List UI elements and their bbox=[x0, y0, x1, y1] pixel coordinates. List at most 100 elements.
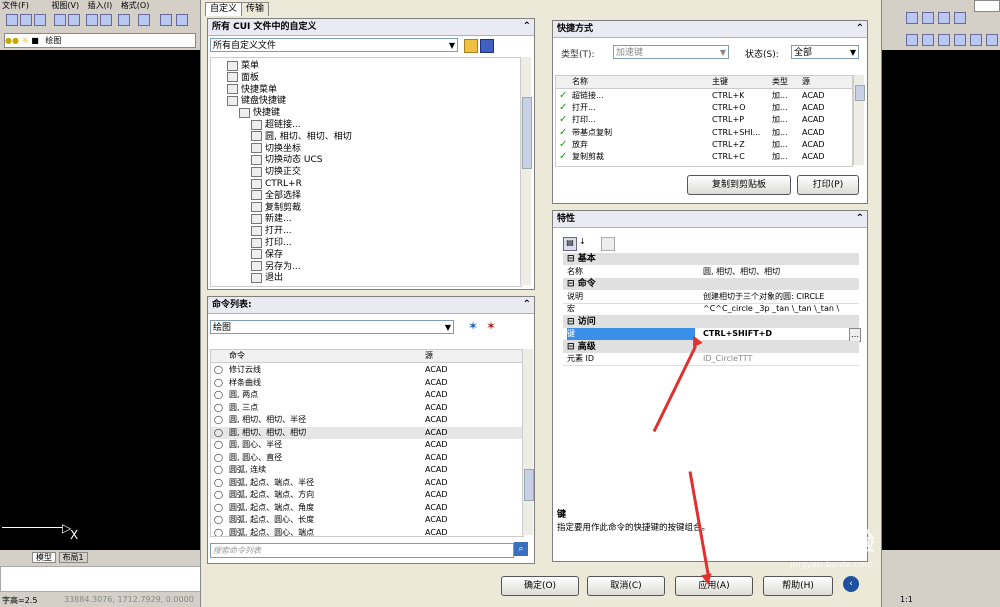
collapse-icon[interactable]: ⌃ bbox=[523, 297, 531, 313]
load-cui-icon[interactable] bbox=[464, 39, 478, 53]
delete-command-icon[interactable]: ✶ bbox=[486, 319, 496, 333]
table-row[interactable]: ✓ 超链接... CTRL+K 加... ACAD bbox=[556, 90, 852, 102]
dim-center-icon[interactable] bbox=[954, 34, 966, 46]
dim-update-icon[interactable] bbox=[986, 34, 998, 46]
save-icon[interactable] bbox=[34, 14, 46, 26]
tree-node[interactable]: 全部选择 bbox=[251, 190, 301, 202]
menu-insert[interactable]: 插入(I) bbox=[88, 1, 113, 10]
collapse-section-icon[interactable]: ⊟ bbox=[567, 279, 578, 289]
new-command-icon[interactable]: ✶ bbox=[468, 319, 478, 333]
menu-file[interactable]: 文件(F) bbox=[2, 1, 29, 10]
tree-node[interactable]: 切换动态 UCS bbox=[251, 154, 322, 166]
scroll-thumb[interactable] bbox=[524, 469, 534, 501]
table-row[interactable]: ◯ 圆, 三点 ACAD bbox=[211, 402, 523, 414]
tab-layout1[interactable]: 布局1 bbox=[58, 552, 88, 563]
layer-state-icon[interactable] bbox=[938, 12, 950, 24]
tree-node[interactable]: 打开... bbox=[251, 225, 292, 237]
dim-aligned-icon[interactable] bbox=[922, 34, 934, 46]
property-pages-icon[interactable] bbox=[601, 237, 615, 251]
table-row[interactable]: ◯ 圆弧, 起点、圆心、端点 ACAD bbox=[211, 527, 523, 537]
key-value-field[interactable]: CTRL+SHIFT+D bbox=[703, 328, 853, 340]
tree-node[interactable]: 另存为... bbox=[251, 261, 301, 273]
table-row[interactable]: ◯ 圆弧, 起点、端点、方向 ACAD bbox=[211, 489, 523, 501]
table-row[interactable]: ◯ 样条曲线 ACAD bbox=[211, 377, 523, 389]
command-list[interactable]: 命令 源 ◯ 修订云线 ACAD ◯ 样条曲线 ACAD ◯ 圆, 两点 ACAD ◯ 圆, 三点 A… bbox=[210, 349, 524, 537]
cui-file-combo[interactable]: 所有自定义文件 ▼ bbox=[210, 38, 458, 52]
alphabetic-icon[interactable]: ↓ bbox=[579, 237, 591, 249]
collapse-icon[interactable]: ⌃ bbox=[856, 21, 864, 37]
cui-tree-scrollbar[interactable] bbox=[520, 57, 532, 285]
tree-node[interactable]: 复制剪裁 bbox=[251, 202, 301, 214]
table-row[interactable]: ✓ 复制剪裁 CTRL+C 加... ACAD bbox=[556, 151, 852, 163]
property-row[interactable]: 元素 ID ID_CircleTTT bbox=[563, 353, 859, 366]
property-row[interactable]: 说明 创建相切于三个对象的圆: CIRCLE bbox=[563, 291, 859, 304]
paste-icon[interactable] bbox=[118, 14, 130, 26]
property-section[interactable]: ⊟ 基本 bbox=[563, 253, 859, 265]
table-row[interactable]: ◯ 圆, 圆心、半径 ACAD bbox=[211, 439, 523, 451]
menu-format[interactable]: 格式(O) bbox=[121, 1, 150, 10]
table-row[interactable]: ◯ 圆弧, 起点、端点、角度 ACAD bbox=[211, 502, 523, 514]
property-row[interactable]: 宏 ^C^C_circle _3p _tan \_tan \_tan \ bbox=[563, 303, 859, 316]
copy-icon[interactable] bbox=[100, 14, 112, 26]
drawing-canvas-left[interactable]: ▷ X bbox=[0, 50, 200, 550]
collapse-section-icon[interactable]: ⊟ bbox=[567, 254, 578, 264]
tree-node[interactable]: 退出 bbox=[251, 272, 283, 284]
layer-combo[interactable]: ●● ☼ ■ 绘图 bbox=[4, 33, 196, 48]
search-icon[interactable]: ⌕ bbox=[514, 542, 528, 556]
tree-node[interactable]: 切换坐标 bbox=[251, 143, 301, 155]
tree-node[interactable]: 保存 bbox=[251, 249, 283, 261]
tree-node[interactable]: 圆, 相切、相切、相切 bbox=[251, 131, 352, 143]
tree-node[interactable]: 新建... bbox=[251, 213, 292, 225]
collapse-icon[interactable]: ⌃ bbox=[856, 211, 864, 227]
open-file-icon[interactable] bbox=[20, 14, 32, 26]
matchprop-icon[interactable] bbox=[138, 14, 150, 26]
collapse-icon[interactable]: ⌃ bbox=[523, 19, 531, 35]
key-property-row[interactable]: 键 CTRL+SHIFT+D… bbox=[563, 328, 861, 342]
dim-tolerance-icon[interactable] bbox=[938, 34, 950, 46]
annotation-scale[interactable]: 1:1 bbox=[900, 595, 913, 604]
table-row[interactable]: ✓ 放弃 CTRL+Z 加... ACAD bbox=[556, 139, 852, 151]
tree-node[interactable]: 面板 bbox=[227, 72, 259, 84]
shortcut-scrollbar[interactable] bbox=[853, 75, 865, 165]
print-icon[interactable] bbox=[54, 14, 66, 26]
redo-icon[interactable] bbox=[176, 14, 188, 26]
layer-icon[interactable] bbox=[906, 12, 918, 24]
table-row[interactable]: ◯ 圆, 两点 ACAD bbox=[211, 389, 523, 401]
save-cui-icon[interactable] bbox=[480, 39, 494, 53]
undo-icon[interactable] bbox=[160, 14, 172, 26]
property-section[interactable]: ⊟ 高级 bbox=[563, 340, 859, 353]
table-row[interactable]: ◯ 圆, 相切、相切、半径 ACAD bbox=[211, 414, 523, 426]
scroll-thumb[interactable] bbox=[522, 97, 532, 169]
copy-to-clipboard-button[interactable]: 复制到剪贴板 bbox=[687, 175, 791, 195]
tree-node[interactable]: 快捷菜单 bbox=[227, 84, 277, 96]
preview-icon[interactable] bbox=[68, 14, 80, 26]
table-row[interactable]: ◯ 圆弧, 起点、圆心、长度 ACAD bbox=[211, 514, 523, 526]
drawing-canvas-right[interactable] bbox=[886, 50, 1000, 550]
tree-node[interactable]: 菜单 bbox=[227, 60, 259, 72]
command-line[interactable] bbox=[0, 566, 202, 592]
tab-model[interactable]: 模型 bbox=[32, 552, 56, 563]
scroll-thumb[interactable] bbox=[855, 85, 865, 101]
command-search-input[interactable]: 搜索命令列表 bbox=[210, 543, 514, 558]
table-row[interactable]: ✓ 打开... CTRL+O 加... ACAD bbox=[556, 102, 852, 114]
collapse-section-icon[interactable]: ⊟ bbox=[567, 342, 578, 352]
menu-view[interactable]: 视图(V) bbox=[51, 1, 79, 10]
categorized-icon[interactable]: ▤ bbox=[563, 237, 577, 251]
table-row[interactable]: ◯ 圆, 相切、相切、相切 ACAD bbox=[211, 426, 523, 439]
cancel-button[interactable]: 取消(C) bbox=[587, 576, 665, 596]
ok-button[interactable]: 确定(O) bbox=[501, 576, 579, 596]
tree-node[interactable]: 键盘快捷键 bbox=[227, 95, 286, 107]
tree-node[interactable]: 快捷键 bbox=[239, 107, 280, 119]
property-section[interactable]: ⊟ 命令 bbox=[563, 278, 859, 290]
type-combo[interactable]: 加速键 ▼ bbox=[613, 45, 729, 59]
dim-edit-icon[interactable] bbox=[970, 34, 982, 46]
right-combo[interactable] bbox=[974, 0, 1000, 12]
cui-tree[interactable]: 菜单 面板 快捷菜单 键盘快捷键 快捷键 超链接... 圆, 相切、相切、相切 切换坐标 切换动… bbox=[210, 57, 522, 287]
new-file-icon[interactable] bbox=[6, 14, 18, 26]
tab-transfer[interactable]: 传输 bbox=[241, 2, 270, 16]
tree-node[interactable]: 超链接... bbox=[251, 119, 301, 131]
command-list-scrollbar[interactable] bbox=[522, 349, 534, 535]
command-filter-combo[interactable]: 绘图 ▼ bbox=[210, 320, 454, 334]
shortcut-list[interactable]: 名称 主键 类型 源 ✓ 超链接... CTRL+K 加... ACAD ✓ 打开... CT… bbox=[555, 75, 853, 167]
table-row[interactable]: ◯ 圆弧, 起点、端点、半径 ACAD bbox=[211, 477, 523, 489]
